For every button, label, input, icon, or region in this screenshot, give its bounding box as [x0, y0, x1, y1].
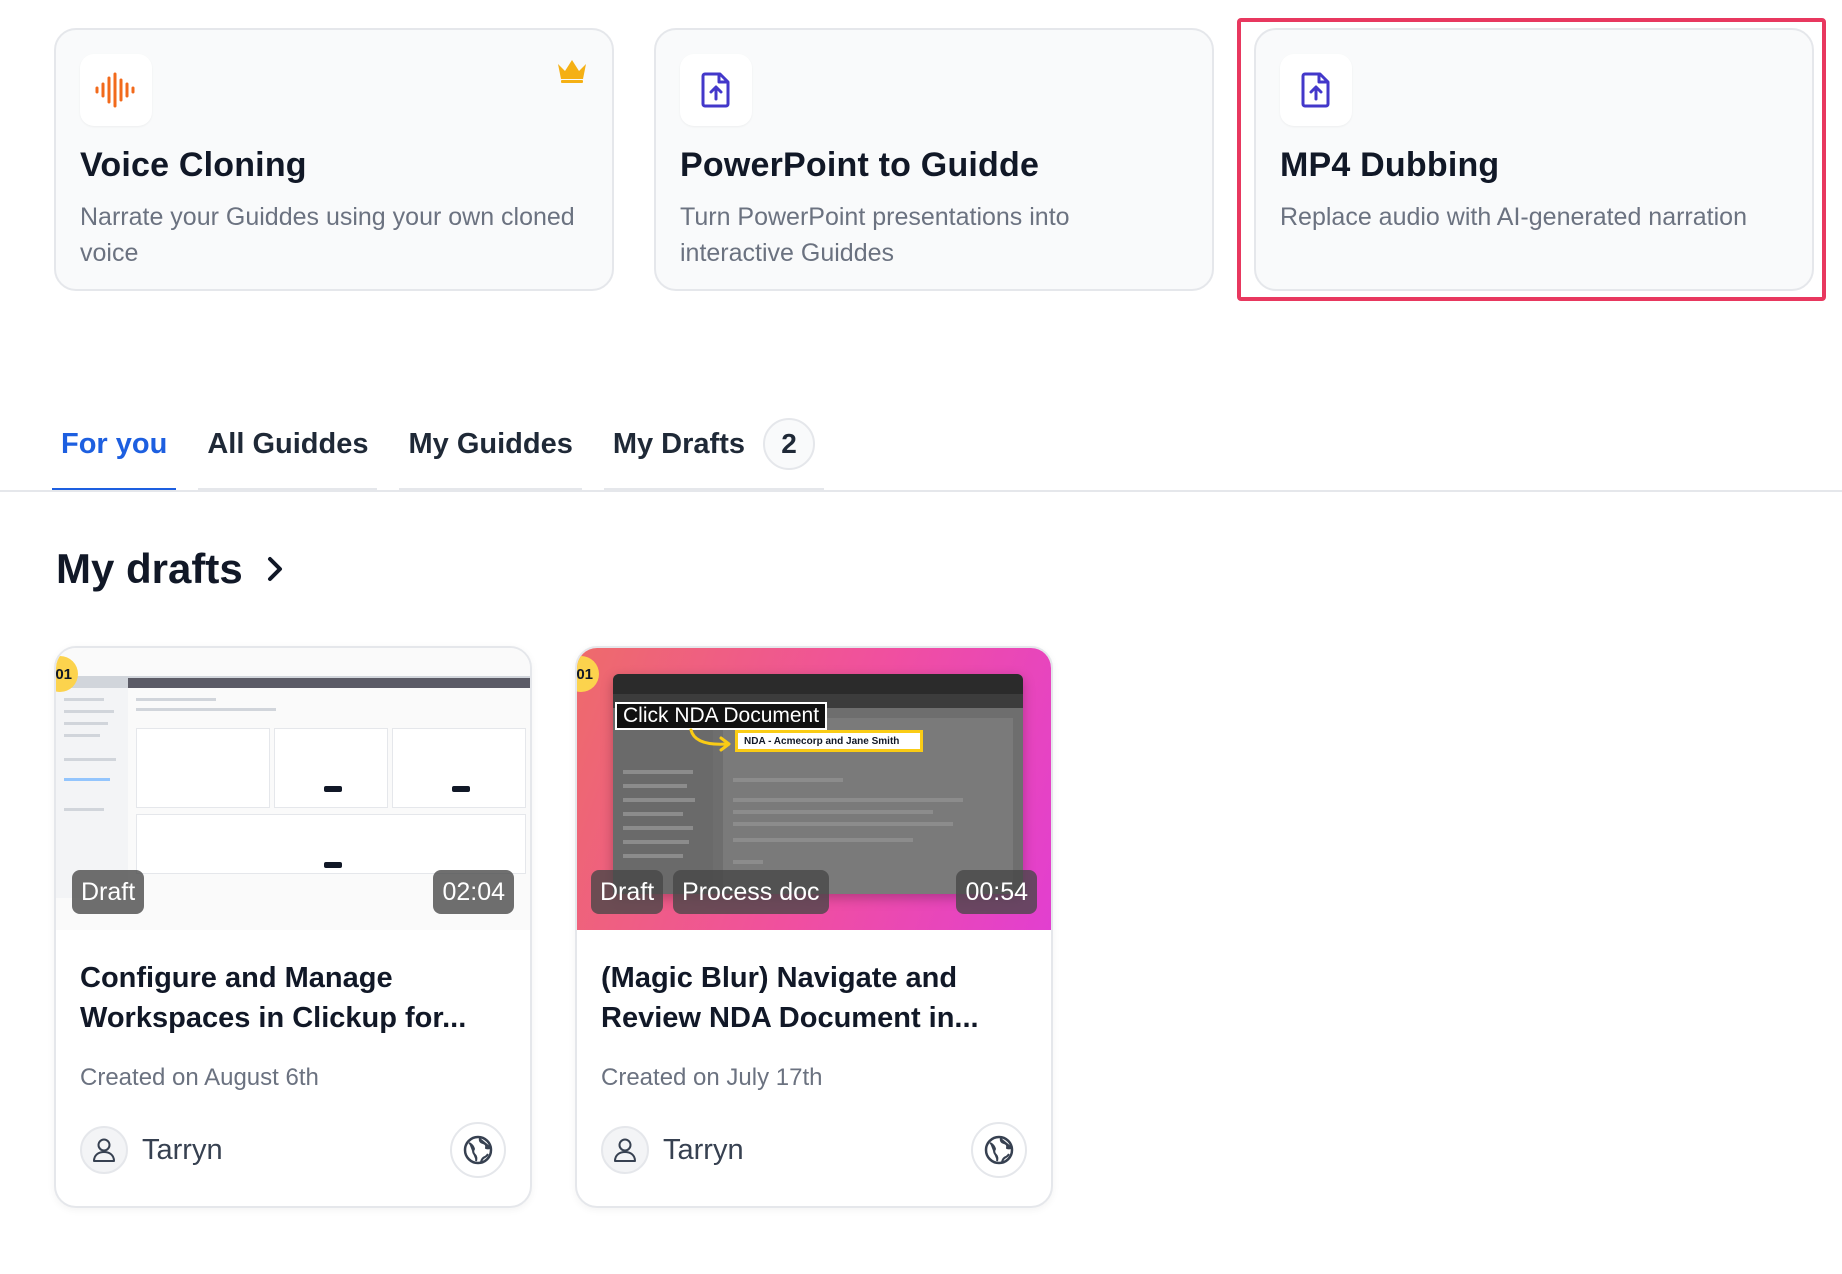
draft-status-badge: Draft: [591, 870, 664, 914]
created-date: Created on July 17th: [601, 1064, 823, 1091]
tab-all-guiddes[interactable]: All Guiddes: [198, 400, 378, 492]
drafts-count-badge: 2: [763, 418, 815, 470]
avatar: [80, 1126, 128, 1174]
crown-icon: [558, 60, 586, 83]
sound-wave-icon: [95, 72, 135, 108]
draft-title: Configure and Manage Workspaces in Click…: [80, 962, 467, 1034]
feature-description: Turn PowerPoint presentations into inter…: [680, 203, 1070, 267]
my-drafts-heading[interactable]: My drafts: [56, 545, 285, 593]
step-callout-label: Click NDA Document: [615, 702, 828, 730]
tab-label: My Drafts: [612, 427, 745, 460]
step-number-badge: 01: [577, 656, 599, 692]
mock-tab-bar: [613, 674, 1023, 694]
author-name: Tarryn: [142, 1133, 223, 1166]
mock-line: [136, 698, 216, 701]
author: Tarryn: [80, 1126, 223, 1174]
draft-thumbnail: 01 Draft 02:04: [56, 648, 530, 930]
duration-badge: 00:54: [956, 870, 1037, 914]
mock-line: [733, 838, 913, 842]
mock-line: [623, 798, 695, 802]
chevron-right-icon: [265, 554, 285, 584]
draft-card[interactable]: Click NDA Document NDA - Acmecorp and Ja…: [575, 646, 1053, 1208]
user-icon: [93, 1138, 115, 1162]
mock-notice-bar: [128, 678, 530, 688]
tab-my-guiddes[interactable]: My Guiddes: [399, 400, 582, 492]
mock-panel: [274, 728, 388, 808]
mock-line: [64, 758, 116, 761]
created-date: Created on August 6th: [80, 1064, 319, 1091]
draft-thumbnail: Click NDA Document NDA - Acmecorp and Ja…: [577, 648, 1051, 930]
feature-description: Replace audio with AI-generated narratio…: [1280, 203, 1747, 231]
mock-line: [623, 784, 687, 788]
mock-line: [623, 854, 683, 858]
mock-line: [136, 708, 276, 711]
mock-line: [623, 840, 689, 844]
callout-arrow-icon: [689, 728, 731, 752]
file-upload-icon: [701, 72, 730, 108]
feature-title: PowerPoint to Guidde: [680, 146, 1040, 184]
feature-title: Voice Cloning: [80, 146, 307, 184]
globe-icon: [984, 1135, 1014, 1165]
mock-line: [623, 826, 693, 830]
tag-badge: Process doc: [673, 870, 829, 914]
guidde-tabs: For you All Guiddes My Guiddes My Drafts…: [52, 400, 846, 492]
feature-title: MP4 Dubbing: [1280, 146, 1500, 184]
mock-line: [733, 822, 953, 826]
section-title: My drafts: [56, 545, 243, 592]
mock-panel: [392, 728, 526, 808]
file-upload-icon: [1301, 72, 1330, 108]
file-icon-box: [1280, 54, 1352, 126]
duration-badge: 02:04: [433, 870, 514, 914]
mock-line: [623, 770, 693, 774]
voice-icon-box: [80, 54, 152, 126]
feature-card-mp4-dubbing[interactable]: MP4 Dubbing Replace audio with AI-genera…: [1254, 28, 1814, 291]
mock-line: [733, 810, 933, 814]
mock-line: [64, 698, 104, 701]
draft-title: (Magic Blur) Navigate and Review NDA Doc…: [601, 962, 979, 1034]
mock-line: [733, 778, 843, 782]
feature-description: Narrate your Guiddes using your own clon…: [80, 203, 575, 267]
avatar: [601, 1126, 649, 1174]
feature-card-voice-cloning[interactable]: Voice Cloning Narrate your Guiddes using…: [54, 28, 614, 291]
author: Tarryn: [601, 1126, 744, 1174]
mock-panel: [136, 728, 270, 808]
visibility-button[interactable]: [971, 1122, 1027, 1178]
file-icon-box: [680, 54, 752, 126]
mock-line: [64, 722, 108, 725]
visibility-button[interactable]: [450, 1122, 506, 1178]
mock-button: [324, 862, 342, 868]
mock-button: [324, 786, 342, 792]
tab-my-drafts[interactable]: My Drafts 2: [603, 400, 824, 492]
globe-icon: [463, 1135, 493, 1165]
feature-card-powerpoint[interactable]: PowerPoint to Guidde Turn PowerPoint pre…: [654, 28, 1214, 291]
mock-line: [623, 812, 683, 816]
mock-sidebar: [56, 688, 128, 898]
draft-card[interactable]: 01 Draft 02:04 Configure and Manage Work…: [54, 646, 532, 1208]
mock-line: [64, 710, 114, 713]
mock-line: [733, 798, 963, 802]
tabs-divider: [0, 490, 1842, 492]
tab-for-you[interactable]: For you: [52, 400, 177, 492]
mock-line: [733, 860, 763, 864]
highlighted-document-link: NDA - Acmecorp and Jane Smith: [735, 730, 923, 752]
mock-line: [64, 808, 104, 811]
mock-button: [452, 786, 470, 792]
guidde-home: Voice Cloning Narrate your Guiddes using…: [0, 0, 1842, 1274]
mock-line: [64, 734, 100, 737]
draft-status-badge: Draft: [72, 870, 145, 914]
author-name: Tarryn: [663, 1133, 744, 1166]
user-icon: [614, 1138, 636, 1162]
mock-line: [64, 778, 110, 781]
